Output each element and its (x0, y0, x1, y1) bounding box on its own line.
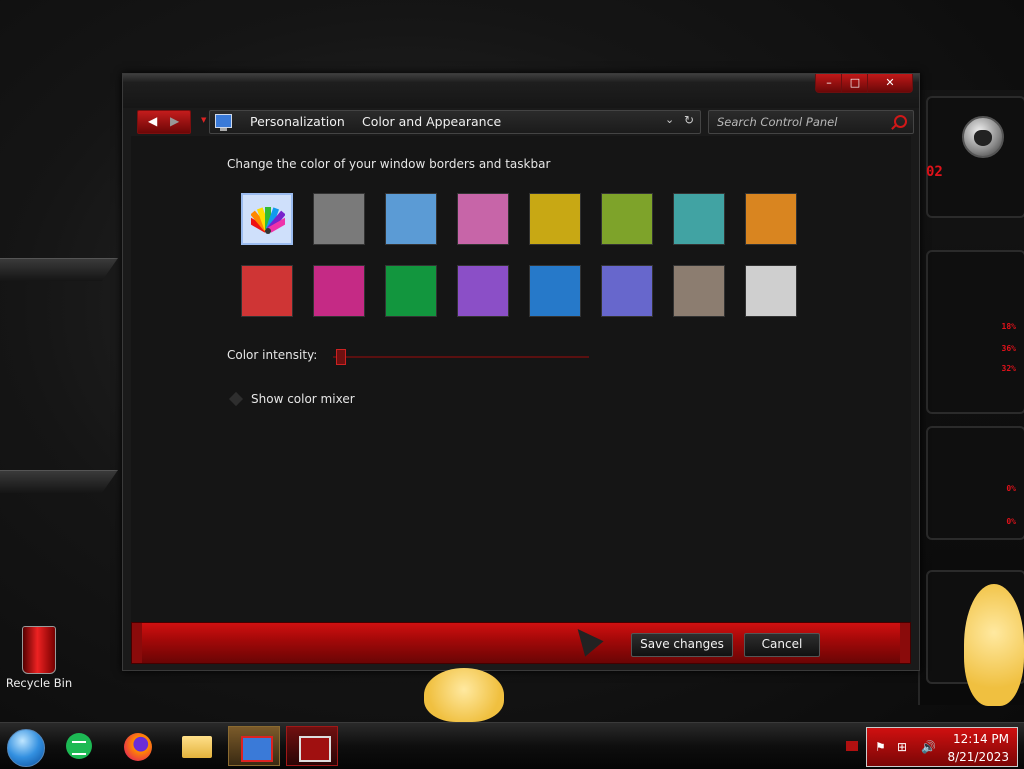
color-swatch-blue[interactable] (529, 265, 581, 317)
taskbar-control-panel[interactable] (228, 726, 280, 766)
cartoon-character-decoration (964, 584, 1024, 706)
color-swatch-silver[interactable] (745, 265, 797, 317)
cartoon-character-decoration (424, 668, 504, 722)
taskbar-personalization[interactable] (286, 726, 338, 766)
personalization-icon (299, 736, 331, 762)
system-tray: ⚑ ⊞ 🔊 12:14 PM 8/21/2023 (866, 727, 1018, 767)
alienware-logo-icon (962, 116, 1004, 158)
hud-percent: 0% (1006, 517, 1016, 526)
title-bar[interactable]: – □ ✕ (123, 74, 919, 108)
color-swatch-lime[interactable] (601, 193, 653, 245)
breadcrumb-color-and-appearance[interactable]: Color and Appearance (362, 114, 501, 129)
taskbar-firefox[interactable] (112, 726, 164, 766)
close-button[interactable]: ✕ (867, 74, 913, 93)
color-swatch-red[interactable] (241, 265, 293, 317)
show-color-mixer-link[interactable]: Show color mixer (251, 392, 355, 406)
color-swatch-taupe[interactable] (673, 265, 725, 317)
taskbar-file-explorer[interactable] (170, 726, 222, 766)
control-panel-icon (241, 736, 273, 762)
color-swatch-teal[interactable] (673, 193, 725, 245)
cancel-button[interactable]: Cancel (744, 633, 820, 657)
color-swatch-gold[interactable] (529, 193, 581, 245)
back-forward-buttons: ◀ ▶ (137, 110, 191, 134)
color-swatch-pink[interactable] (457, 193, 509, 245)
color-swatch-automatic[interactable] (241, 193, 293, 245)
desktop-decoration (0, 258, 119, 281)
hud-percent: 18% (1001, 322, 1016, 331)
start-orb-icon[interactable] (7, 729, 45, 767)
color-swatch-orange[interactable] (745, 193, 797, 245)
chevron-down-icon[interactable]: ⌄ (665, 113, 674, 126)
clock-date[interactable]: 8/21/2023 (947, 750, 1009, 764)
hud-percent: 32% (1001, 364, 1016, 373)
recycle-bin-icon[interactable] (22, 626, 56, 674)
search-icon[interactable] (894, 115, 907, 128)
control-panel-icon (215, 114, 232, 131)
content-area: Change the color of your window borders … (131, 136, 911, 622)
search-placeholder: Search Control Panel (717, 115, 838, 129)
action-center-flag-icon[interactable]: ⚑ (875, 740, 886, 754)
save-changes-button[interactable]: Save changes (631, 633, 733, 657)
back-arrow-icon[interactable]: ◀ (148, 114, 157, 128)
desktop-decoration (0, 470, 119, 493)
refresh-icon[interactable]: ↻ (684, 113, 694, 127)
hud-percent: 36% (1001, 344, 1016, 353)
color-swatch-purple[interactable] (457, 265, 509, 317)
minimize-button[interactable]: – (815, 74, 843, 93)
control-panel-window: – □ ✕ ◀ ▶ ▼ Personalization Color and Ap… (122, 73, 920, 671)
color-swatch-magenta[interactable] (313, 265, 365, 317)
file-explorer-icon (182, 736, 212, 758)
hud-percent: 0% (1006, 484, 1016, 493)
taskbar-notes-app[interactable] (54, 726, 106, 766)
color-swatch-green[interactable] (385, 265, 437, 317)
show-color-mixer-toggle-icon[interactable] (228, 391, 244, 407)
firefox-icon (124, 733, 152, 761)
button-bar: Save changes Cancel (131, 622, 911, 664)
notes-app-icon (66, 733, 92, 759)
color-intensity-label: Color intensity: (227, 348, 318, 362)
breadcrumb-personalization[interactable]: Personalization (250, 114, 345, 129)
recent-pages-dropdown-icon[interactable]: ▼ (201, 116, 206, 124)
navigation-bar: ◀ ▶ ▼ Personalization Color and Appearan… (123, 108, 919, 136)
search-input[interactable]: Search Control Panel (708, 110, 914, 134)
recycle-bin-label[interactable]: Recycle Bin (0, 676, 78, 690)
color-swatch-violet[interactable] (601, 265, 653, 317)
color-swatch-slate[interactable] (313, 193, 365, 245)
color-intensity-slider[interactable] (333, 356, 589, 358)
page-heading: Change the color of your window borders … (227, 157, 551, 171)
color-swatch-sky[interactable] (385, 193, 437, 245)
taskbar: ⚑ ⊞ 🔊 12:14 PM 8/21/2023 (0, 722, 1024, 769)
network-icon[interactable]: ⊞ (897, 740, 907, 754)
volume-icon[interactable]: 🔊 (921, 740, 936, 754)
address-bar[interactable]: Personalization Color and Appearance ⌄ ↻ (209, 110, 701, 134)
color-fan-icon (245, 205, 291, 235)
forward-arrow-icon[interactable]: ▶ (170, 114, 179, 128)
color-intensity-slider-thumb[interactable] (336, 349, 347, 365)
maximize-button[interactable]: □ (841, 74, 869, 93)
clock-time[interactable]: 12:14 PM (953, 732, 1009, 746)
show-desktop-icon[interactable] (846, 741, 858, 751)
